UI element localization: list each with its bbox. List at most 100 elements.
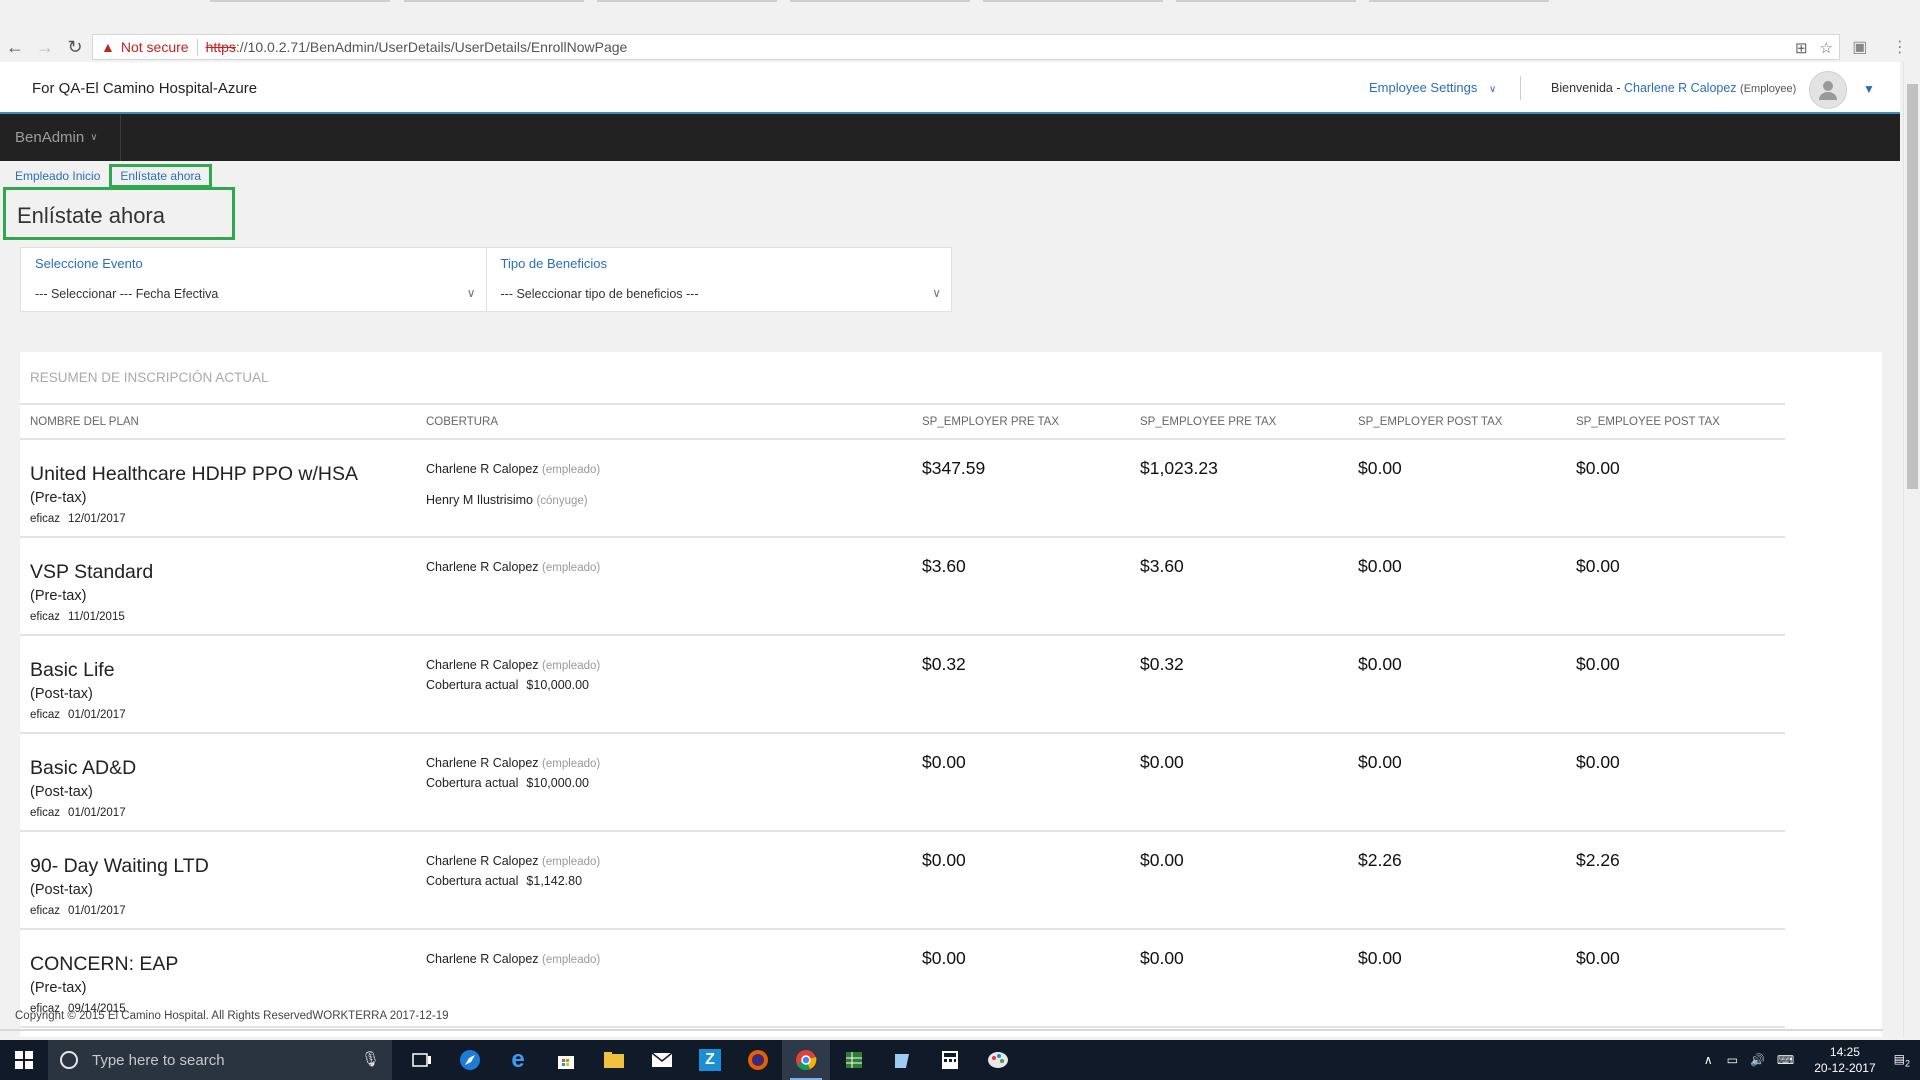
chevron-up-icon[interactable]: ∧ xyxy=(1704,1053,1713,1067)
windows-taskbar: Type here to search 🎙 e Z ∧ ▭ 🔊 ⌨ 14:25 … xyxy=(0,1040,1920,1080)
covered-name: Charlene R Calopez xyxy=(426,756,539,770)
breadcrumb-home[interactable]: Empleado Inicio xyxy=(15,169,100,183)
effective-date: 01/01/2017 xyxy=(68,807,126,819)
vertical-scrollbar[interactable] xyxy=(1903,62,1920,1037)
column-header: SP_EMPLOYER POST TAX xyxy=(1358,416,1503,428)
benefit-type-label: Tipo de Beneficios xyxy=(500,256,607,271)
covered-relation: (empleado) xyxy=(542,464,601,476)
browser-tab[interactable] xyxy=(983,0,1163,2)
benadmin-label: BenAdmin xyxy=(15,129,85,146)
windows-start-icon[interactable] xyxy=(0,1040,48,1080)
employee-pretax-amount: $0.00 xyxy=(1140,850,1184,870)
volume-icon[interactable]: 🔊 xyxy=(1750,1053,1765,1067)
notes-icon[interactable] xyxy=(878,1040,926,1080)
employee-pretax-amount: $3.60 xyxy=(1140,556,1184,576)
effective-label: eficaz xyxy=(30,905,61,917)
employee-pretax-amount: $0.00 xyxy=(1140,948,1184,968)
browser-tab[interactable] xyxy=(404,0,584,2)
welcome-label: Bienvenida - xyxy=(1551,81,1621,95)
z-app-icon[interactable]: Z xyxy=(686,1040,734,1080)
edge-icon[interactable]: e xyxy=(494,1040,542,1080)
table-row: United Healthcare HDHP PPO w/HSA (Pre-tax… xyxy=(20,440,1785,538)
benadmin-menu[interactable]: BenAdmin ∨ xyxy=(0,114,121,161)
table-row: 90- Day Waiting LTD (Post-tax) eficaz 01/01… xyxy=(20,832,1785,930)
table-row: Basic Life (Post-tax) eficaz 01/01/2017 Char… xyxy=(20,636,1785,734)
reload-icon[interactable]: ↻ xyxy=(60,32,90,62)
copyright: Copyright © 2015 El Camino Hospital. All… xyxy=(15,1010,449,1022)
covered-relation: (empleado) xyxy=(542,856,601,868)
security-warning[interactable]: Not secure xyxy=(121,39,189,55)
plan-name: United Healthcare HDHP PPO w/HSA xyxy=(30,463,359,485)
calculator-icon[interactable] xyxy=(926,1040,974,1080)
main-navbar: BenAdmin ∨ xyxy=(0,114,1900,161)
covered-person: Henry M Ilustrisimo (cónyuge) xyxy=(426,493,588,507)
covered-person: Charlene R Calopez (empleado) xyxy=(426,854,600,868)
user-icon xyxy=(1819,81,1837,100)
cortana-icon xyxy=(60,1051,78,1069)
browser-tab[interactable] xyxy=(790,0,970,2)
chevron-down-icon[interactable]: ∨ xyxy=(467,286,476,300)
extension-icon[interactable]: ▣ xyxy=(1852,37,1867,57)
welcome-text: Bienvenida - Charlene R Calopez (Employe… xyxy=(1551,81,1796,95)
covered-relation: (empleado) xyxy=(542,660,601,672)
network-icon[interactable]: ▭ xyxy=(1727,1053,1738,1067)
caret-down-icon[interactable]: ▼ xyxy=(1863,82,1875,96)
clock[interactable]: 14:25 20-12-2017 xyxy=(1814,1044,1875,1076)
plan-tax-type: (Pre-tax) xyxy=(30,980,87,996)
browser-tab[interactable] xyxy=(1176,0,1356,2)
event-select[interactable]: Seleccione Evento --- Seleccionar --- Fe… xyxy=(21,248,486,311)
chrome-icon[interactable] xyxy=(782,1040,830,1080)
employer-pretax-amount: $0.00 xyxy=(922,850,966,870)
file-explorer-icon[interactable] xyxy=(590,1040,638,1080)
employer-pretax-amount: $0.00 xyxy=(922,948,966,968)
browser-tab[interactable] xyxy=(210,0,390,2)
taskbar-search-input[interactable]: Type here to search 🎙 xyxy=(48,1040,392,1080)
keyboard-icon[interactable]: ⌨ xyxy=(1777,1053,1794,1067)
bookmark-star-icon[interactable]: ☆ xyxy=(1820,39,1833,57)
plan-name: 90- Day Waiting LTD xyxy=(30,855,209,877)
avatar[interactable] xyxy=(1809,71,1847,109)
covered-name: Henry M Ilustrisimo xyxy=(426,493,533,507)
benefit-type-select[interactable]: Tipo de Beneficios --- Seleccionar tipo … xyxy=(485,248,952,311)
plan-tax-type: (Post-tax) xyxy=(30,882,93,898)
firefox-icon[interactable] xyxy=(734,1040,782,1080)
task-view-icon[interactable] xyxy=(398,1040,446,1080)
translate-icon[interactable]: ⊞ xyxy=(1795,39,1808,57)
notification-icon[interactable]: ▤2 xyxy=(1894,1052,1910,1068)
employer-pretax-amount: $347.59 xyxy=(922,458,986,478)
benefit-type-value[interactable]: --- Seleccionar tipo de beneficios --- xyxy=(501,287,699,301)
event-select-value[interactable]: --- Seleccionar --- Fecha Efectiva xyxy=(35,287,218,301)
forward-icon[interactable]: → xyxy=(30,32,60,62)
column-header: COBERTURA xyxy=(426,416,498,428)
table-row: VSP Standard (Pre-tax) eficaz 11/01/2015 Cha… xyxy=(20,538,1785,636)
column-header: SP_EMPLOYEE POST TAX xyxy=(1576,416,1720,428)
mail-icon[interactable] xyxy=(638,1040,686,1080)
user-name-link[interactable]: Charlene R Calopez xyxy=(1624,81,1737,95)
back-icon[interactable]: ← xyxy=(0,32,30,62)
paint-icon[interactable] xyxy=(974,1040,1022,1080)
employer-posttax-amount: $0.00 xyxy=(1358,556,1402,576)
spreadsheet-icon[interactable] xyxy=(830,1040,878,1080)
safari-like-icon[interactable] xyxy=(446,1040,494,1080)
plan-rows: United Healthcare HDHP PPO w/HSA (Pre-tax… xyxy=(20,440,1785,1028)
store-icon[interactable] xyxy=(542,1040,590,1080)
address-bar[interactable]: ▲ Not secure https://10.0.2.71/BenAdmin/… xyxy=(92,34,1840,60)
covered-person: Charlene R Calopez (empleado) xyxy=(426,756,600,770)
coverage-amount: $1,142.80 xyxy=(526,874,583,888)
current-coverage: Cobertura actual $1,142.80 xyxy=(426,874,582,888)
menu-dots-icon[interactable]: ⋮ xyxy=(1892,37,1908,57)
browser-tab[interactable] xyxy=(597,0,777,2)
browser-extensions: ▣ ⋮ xyxy=(1840,32,1920,62)
employee-posttax-amount: $0.00 xyxy=(1576,458,1620,478)
employer-pretax-amount: $0.32 xyxy=(922,654,966,674)
employer-pretax-amount: $3.60 xyxy=(922,556,966,576)
scrollbar-thumb[interactable] xyxy=(1907,84,1918,489)
covered-person: Charlene R Calopez (empleado) xyxy=(426,560,600,574)
current-coverage: Cobertura actual $10,000.00 xyxy=(426,776,589,790)
table-row: Basic AD&D (Post-tax) eficaz 01/01/2017 Char… xyxy=(20,734,1785,832)
browser-tab[interactable] xyxy=(1369,0,1549,2)
microphone-icon[interactable]: 🎙 xyxy=(361,1050,380,1068)
employee-settings-dropdown[interactable]: Employee Settings ∨ xyxy=(1369,80,1496,95)
chevron-down-icon[interactable]: ∨ xyxy=(932,286,941,300)
breadcrumb-current[interactable]: Enlístate ahora xyxy=(109,164,213,188)
